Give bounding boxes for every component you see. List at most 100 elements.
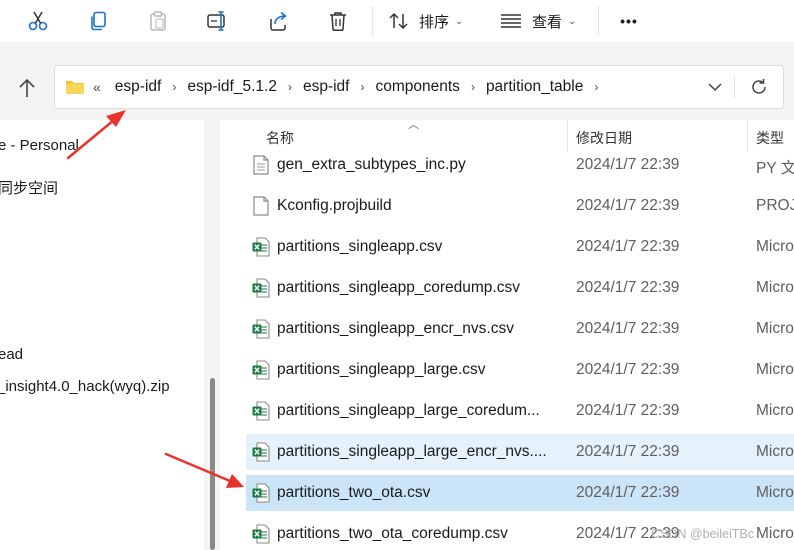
- chevron-down-icon: ⌄: [455, 15, 464, 27]
- file-row[interactable]: partitions_singleapp_large_coredum... 202…: [246, 393, 794, 429]
- file-name: partitions_singleapp_large_encr_nvs....: [277, 443, 547, 460]
- file-type: Micro: [756, 484, 794, 501]
- view-list-icon: [501, 14, 521, 28]
- address-bar[interactable]: « esp-idf › esp-idf_5.1.2 › esp-idf › co…: [54, 65, 784, 109]
- nav-item-zip[interactable]: _insight4.0_hack(wyq).zip: [0, 378, 170, 395]
- paste-button[interactable]: [144, 6, 172, 36]
- toolbar-divider: [372, 6, 373, 36]
- column-header-type[interactable]: 类型: [756, 128, 784, 148]
- nav-item-onedrive-personal[interactable]: e - Personal: [0, 137, 79, 154]
- sort-icon: [389, 12, 408, 30]
- excel-csv-icon: [252, 401, 270, 421]
- folder-icon: [66, 81, 84, 94]
- address-divider: [734, 76, 735, 98]
- rename-icon: [207, 11, 225, 31]
- refresh-icon[interactable]: [749, 77, 769, 97]
- chevron-right-icon[interactable]: ›: [360, 80, 364, 94]
- copy-button[interactable]: [84, 6, 112, 36]
- nav-scrollbar[interactable]: [204, 120, 220, 550]
- share-icon: [270, 11, 287, 31]
- file-type: Micro: [756, 525, 794, 542]
- chevron-right-icon[interactable]: ›: [594, 80, 598, 94]
- excel-csv-icon: [252, 278, 270, 298]
- excel-csv-icon: [252, 483, 270, 503]
- view-label: 查看: [532, 13, 563, 31]
- breadcrumb: « esp-idf › esp-idf_5.1.2 › esp-idf › co…: [91, 78, 605, 96]
- rename-button[interactable]: [204, 6, 232, 36]
- sort-button[interactable]: 排序 ⌄: [388, 6, 470, 36]
- file-name: partitions_two_ota.csv: [277, 484, 431, 501]
- excel-csv-icon: [252, 524, 270, 544]
- file-name: partitions_singleapp.csv: [277, 238, 443, 255]
- view-button[interactable]: 查看 ⌄: [500, 6, 582, 36]
- file-row[interactable]: partitions_singleapp_large_encr_nvs.... 2…: [246, 434, 794, 470]
- file-type: Micro: [756, 279, 794, 296]
- file-row[interactable]: partitions_singleapp_encr_nvs.csv 2024/1/…: [246, 311, 794, 347]
- column-header-name[interactable]: 名称: [266, 128, 294, 148]
- file-modified-date: 2024/1/7 22:39: [576, 279, 680, 296]
- file-name: gen_extra_subtypes_inc.py: [277, 156, 466, 173]
- file-name: Kconfig.projbuild: [277, 197, 392, 214]
- excel-csv-icon: [252, 319, 270, 339]
- navigation-pane: e - Personal 同步空间 ead _insight4.0_hack(w…: [0, 120, 222, 550]
- file-modified-date: 2024/1/7 22:39: [576, 361, 680, 378]
- file-modified-date: 2024/1/7 22:39: [576, 197, 680, 214]
- sort-ascending-icon: ︿: [408, 120, 419, 131]
- breadcrumb-item[interactable]: esp-idf_5.1.2: [183, 78, 281, 96]
- file-modified-date: 2024/1/7 22:39: [576, 156, 680, 173]
- breadcrumb-item[interactable]: esp-idf: [299, 78, 354, 96]
- share-button[interactable]: [264, 6, 292, 36]
- generic-file-icon: [252, 196, 270, 216]
- excel-csv-icon: [252, 237, 270, 257]
- nav-item-download[interactable]: ead: [0, 346, 23, 363]
- excel-csv-icon: [252, 360, 270, 380]
- file-list: ︿ 名称 修改日期 类型 gen_extra_subtypes_inc.py 20…: [222, 120, 794, 550]
- python-file-icon: [252, 155, 270, 175]
- command-bar: 排序 ⌄ 查看 ⌄ •••: [0, 0, 794, 42]
- arrow-up-icon: [19, 78, 35, 97]
- scissors-icon: [28, 11, 48, 31]
- chevron-right-icon[interactable]: ›: [471, 80, 475, 94]
- chevron-down-icon: ⌄: [568, 15, 577, 27]
- file-modified-date: 2024/1/7 22:39: [576, 238, 680, 255]
- file-row[interactable]: partitions_two_ota.csv 2024/1/7 22:39 Micr…: [246, 475, 794, 511]
- file-type: Micro: [756, 238, 794, 255]
- chevron-right-icon[interactable]: ›: [288, 80, 292, 94]
- file-row[interactable]: Kconfig.projbuild 2024/1/7 22:39 PROJB: [246, 188, 794, 224]
- file-row[interactable]: partitions_singleapp_coredump.csv 2024/1/…: [246, 270, 794, 306]
- excel-csv-icon: [252, 442, 270, 462]
- breadcrumb-overflow[interactable]: «: [93, 79, 101, 95]
- file-modified-date: 2024/1/7 22:39: [576, 402, 680, 419]
- file-name: partitions_singleapp_large.csv: [277, 361, 486, 378]
- address-history-chevron-icon[interactable]: [707, 79, 723, 95]
- breadcrumb-item[interactable]: components: [371, 78, 463, 96]
- nav-item-sync-space[interactable]: 同步空间: [0, 177, 58, 198]
- file-name: partitions_two_ota_coredump.csv: [277, 525, 508, 542]
- copy-icon: [91, 11, 106, 31]
- up-button[interactable]: [14, 76, 40, 102]
- file-name: partitions_singleapp_large_coredum...: [277, 402, 540, 419]
- watermark: CSDN @beileiTBc: [651, 527, 754, 541]
- file-modified-date: 2024/1/7 22:39: [576, 484, 680, 501]
- file-type: Micro: [756, 361, 794, 378]
- file-name: partitions_singleapp_coredump.csv: [277, 279, 520, 296]
- breadcrumb-item[interactable]: esp-idf: [111, 78, 166, 96]
- chevron-right-icon[interactable]: ›: [172, 80, 176, 94]
- file-modified-date: 2024/1/7 22:39: [576, 443, 680, 460]
- more-options-button[interactable]: •••: [612, 6, 646, 36]
- delete-button[interactable]: [324, 6, 352, 36]
- nav-scrollbar-thumb[interactable]: [210, 378, 215, 550]
- file-row[interactable]: partitions_singleapp_large.csv 2024/1/7 2…: [246, 352, 794, 388]
- file-row[interactable]: gen_extra_subtypes_inc.py 2024/1/7 22:39 P…: [246, 147, 794, 183]
- trash-icon: [330, 12, 346, 32]
- file-type: Micro: [756, 443, 794, 460]
- file-row[interactable]: partitions_singleapp.csv 2024/1/7 22:39 Mi…: [246, 229, 794, 265]
- paste-icon: [150, 11, 166, 31]
- cut-button[interactable]: [24, 6, 52, 36]
- file-modified-date: 2024/1/7 22:39: [576, 320, 680, 337]
- sort-label: 排序: [419, 13, 450, 31]
- column-header-date[interactable]: 修改日期: [576, 128, 632, 148]
- breadcrumb-item[interactable]: partition_table: [482, 78, 587, 96]
- file-name: partitions_singleapp_encr_nvs.csv: [277, 320, 514, 337]
- address-row: « esp-idf › esp-idf_5.1.2 › esp-idf › co…: [0, 42, 794, 120]
